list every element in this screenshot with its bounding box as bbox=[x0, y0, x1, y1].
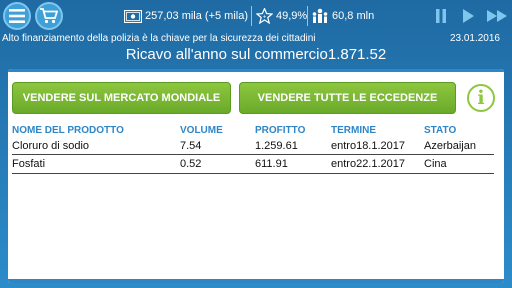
row-divider bbox=[12, 154, 494, 155]
row-divider bbox=[12, 173, 494, 174]
product-name: Cloruro di sodio bbox=[12, 140, 90, 152]
divider bbox=[307, 6, 308, 26]
panel-top-border bbox=[8, 69, 504, 72]
trade-panel: VENDERE SUL MERCATO MONDIALE VENDERE TUT… bbox=[8, 69, 504, 283]
shopping-cart-icon bbox=[40, 8, 58, 24]
news-headline: Alto finanziamento della polizia è la ch… bbox=[2, 33, 316, 44]
sell-all-surplus-button[interactable]: VENDERE TUTTE LE ECCEDENZE bbox=[239, 82, 456, 114]
svg-text:+: + bbox=[262, 15, 266, 21]
fast-forward-icon bbox=[487, 10, 507, 22]
volume-value: 0.52 bbox=[180, 158, 202, 170]
fast-forward-button[interactable] bbox=[486, 7, 508, 25]
divider bbox=[251, 6, 252, 26]
approval-stat: + 49,9% bbox=[255, 7, 307, 25]
sell-world-market-button[interactable]: VENDERE SUL MERCATO MONDIALE bbox=[12, 82, 231, 114]
column-header-term: TERMINE bbox=[331, 125, 376, 136]
pause-icon bbox=[436, 9, 446, 23]
top-bar: 257,03 mila (+5 mila) + 49,9% 60,8 mln bbox=[0, 0, 512, 32]
panel-bottom-border bbox=[8, 279, 504, 283]
column-header-volume: VOLUME bbox=[180, 125, 223, 136]
money-stat: 257,03 mila (+5 mila) bbox=[124, 7, 248, 25]
column-header-product: NOME DEL PRODOTTO bbox=[12, 125, 124, 136]
column-header-profit: PROFITTO bbox=[255, 125, 306, 136]
term-value: entro18.1.2017 bbox=[331, 140, 406, 152]
profit-value: 611.91 bbox=[255, 158, 288, 170]
info-icon: i bbox=[477, 87, 485, 109]
state-value: Cina bbox=[424, 158, 447, 170]
play-button[interactable] bbox=[459, 7, 477, 25]
column-header-state: STATO bbox=[424, 125, 457, 136]
banknote-icon bbox=[124, 8, 142, 24]
volume-value: 7.54 bbox=[180, 140, 202, 152]
population-stat: 60,8 mln bbox=[311, 7, 374, 25]
info-button[interactable]: i bbox=[467, 84, 495, 112]
approval-value: 49,9% bbox=[276, 10, 308, 22]
term-value: entro22.1.2017 bbox=[331, 158, 406, 170]
shop-button[interactable] bbox=[35, 2, 63, 30]
state-value: Azerbaijan bbox=[424, 140, 476, 152]
money-value: 257,03 mila (+5 mila) bbox=[145, 10, 249, 22]
game-date: 23.01.2016 bbox=[449, 33, 500, 44]
star-icon: + bbox=[255, 8, 273, 24]
population-value: 60,8 mln bbox=[332, 10, 375, 22]
profit-value: 1.259.61 bbox=[255, 140, 298, 152]
product-name: Fosfati bbox=[12, 158, 46, 170]
annual-trade-revenue: Ricavo all'anno sul commercio1.871.52 bbox=[125, 46, 387, 63]
hamburger-menu-icon bbox=[9, 9, 25, 23]
play-icon bbox=[463, 9, 474, 23]
population-icon bbox=[311, 8, 329, 24]
pause-button[interactable] bbox=[432, 7, 450, 25]
menu-button[interactable] bbox=[3, 2, 31, 30]
